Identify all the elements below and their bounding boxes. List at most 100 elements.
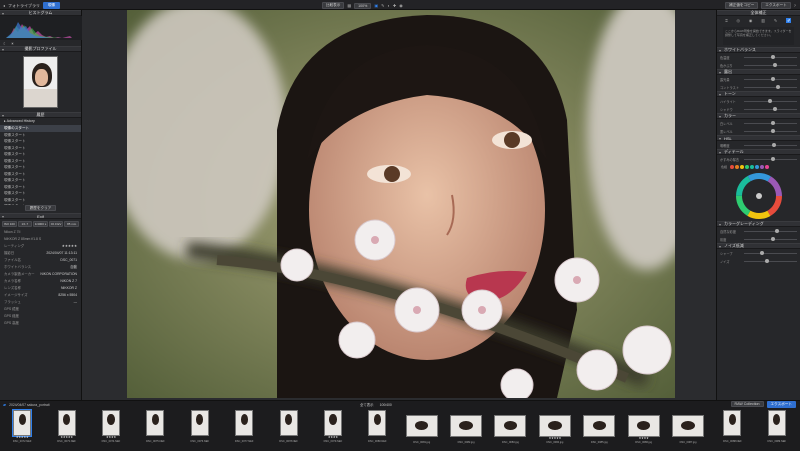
slider-track[interactable] bbox=[744, 129, 797, 133]
export-top-button[interactable]: エクスポート bbox=[761, 2, 791, 9]
filmstrip-thumbnail[interactable]: DSC_0088.NEF bbox=[710, 407, 754, 451]
adjust-section-header[interactable]: ▾ ディテール bbox=[717, 149, 800, 155]
filmstrip-thumbnail[interactable]: DSC_0083.jpg bbox=[488, 407, 532, 451]
thumbnail-rating[interactable]: ★★★★★ bbox=[16, 436, 29, 439]
filmstrip-thumbnail[interactable]: ★★★★ DSC_0086.jpg bbox=[621, 407, 665, 451]
color-swatch[interactable] bbox=[745, 165, 750, 169]
color-swatch[interactable] bbox=[765, 165, 770, 169]
thumbnail-rating[interactable]: ★★★★ bbox=[639, 437, 649, 440]
adjust-section-header[interactable]: ▾ HSL bbox=[717, 135, 800, 141]
app-name[interactable]: フォトライブラリ bbox=[8, 3, 40, 9]
thumbnail-rating[interactable]: ★★★★ bbox=[328, 436, 338, 439]
adjust-slider[interactable]: かすみの除去 bbox=[717, 155, 800, 163]
thumbnail-rating[interactable]: ★★★★★ bbox=[60, 436, 73, 439]
filmstrip-thumbnail[interactable]: DSC_0082.jpg bbox=[444, 407, 488, 451]
color-swatch[interactable] bbox=[750, 165, 755, 169]
filmstrip-thumbnail[interactable]: DSC_0078.NEF bbox=[266, 407, 310, 451]
navigator-thumbnail[interactable] bbox=[23, 56, 58, 108]
compare-button[interactable]: 比較表示 bbox=[322, 2, 345, 9]
back-arrow-icon[interactable]: ◂ bbox=[3, 3, 5, 8]
thumbnail-rating[interactable]: ★★★★ bbox=[106, 436, 116, 439]
slider-knob[interactable] bbox=[773, 107, 778, 111]
slider-knob[interactable] bbox=[770, 77, 775, 81]
slider-knob[interactable] bbox=[771, 143, 776, 147]
adjust-section-header[interactable]: ▾ カラー bbox=[717, 113, 800, 119]
filmstrip-thumbnail[interactable]: DSC_0076.NEF bbox=[178, 407, 222, 451]
spot-tool-icon[interactable]: ◎ bbox=[737, 18, 741, 23]
help-icon[interactable]: ? bbox=[794, 3, 796, 8]
filmstrip-thumbnail[interactable]: ★★★★★ DSC_0072.NEF bbox=[0, 407, 44, 451]
metadata-value[interactable]: ★★★★★ bbox=[62, 243, 77, 250]
develop-mode-button[interactable]: 現像 bbox=[43, 2, 61, 9]
filmstrip-thumbnail[interactable]: DSC_0080.NEF bbox=[355, 407, 399, 451]
edit-tool-icon[interactable]: ✐ bbox=[786, 18, 792, 23]
slider-knob[interactable] bbox=[759, 251, 764, 255]
slider-track[interactable] bbox=[744, 229, 797, 233]
adjust-slider[interactable]: シャープ bbox=[717, 249, 800, 257]
metadata-value[interactable]: NIKKOR Z bbox=[61, 285, 77, 292]
filmstrip-path[interactable]: 2024/04/07 sakura_portrait bbox=[9, 403, 50, 407]
metadata-value[interactable]: — bbox=[74, 299, 77, 306]
slider-knob[interactable] bbox=[773, 63, 778, 67]
adjust-slider[interactable]: 白レベル bbox=[717, 119, 800, 127]
moon-icon[interactable]: ☾ bbox=[3, 41, 7, 46]
crop-tool-icon[interactable]: ⌗ bbox=[725, 18, 727, 23]
camera-header[interactable]: ▾ 撮影プロファイル bbox=[0, 46, 81, 52]
metadata-value[interactable]: 2024/04/07 11:13:11 bbox=[46, 250, 77, 257]
filmstrip-thumbnail[interactable]: ★★★★ DSC_0074.NEF bbox=[89, 407, 133, 451]
filmstrip-thumbnail[interactable]: DSC_0085.jpg bbox=[577, 407, 621, 451]
gradient-tool-icon[interactable]: ▥ bbox=[761, 18, 765, 23]
zoom-select[interactable]: 100% bbox=[354, 2, 372, 9]
adjust-slider[interactable]: 露光量 bbox=[717, 75, 800, 83]
exif-header[interactable]: ▾ Exif bbox=[0, 213, 81, 219]
adjust-slider[interactable]: ノイズ bbox=[717, 257, 800, 265]
slider-track[interactable] bbox=[744, 143, 797, 147]
filmstrip-thumbnail[interactable]: DSC_0081.jpg bbox=[400, 407, 444, 451]
slider-track[interactable] bbox=[744, 259, 797, 263]
color-swatch[interactable] bbox=[740, 165, 745, 169]
slider-track[interactable] bbox=[744, 85, 797, 89]
slider-knob[interactable] bbox=[775, 85, 780, 89]
filmstrip-thumbnail[interactable]: ★★★★★ DSC_0084.jpg bbox=[533, 407, 577, 451]
adjust-section-header[interactable]: ▾ 露出 bbox=[717, 69, 800, 75]
history-root[interactable]: ▸ Advanced History bbox=[0, 118, 81, 125]
main-photo[interactable] bbox=[127, 10, 675, 398]
filmstrip-thumbnail[interactable]: DSC_0075.NEF bbox=[133, 407, 177, 451]
slider-track[interactable] bbox=[744, 251, 797, 255]
metadata-value[interactable]: DSC_0071 bbox=[60, 257, 77, 264]
brush-icon[interactable]: ✎ bbox=[381, 3, 384, 8]
slider-knob[interactable] bbox=[765, 259, 770, 263]
crop-icon[interactable]: ▣ bbox=[374, 3, 378, 8]
adjust-section-header[interactable]: ▾ カラーグレーディング bbox=[717, 221, 800, 227]
filmstrip-thumbnail[interactable]: DSC_0089.NEF bbox=[755, 407, 799, 451]
adjust-slider[interactable]: 彩度 bbox=[717, 235, 800, 243]
adjust-slider[interactable]: シャドウ bbox=[717, 105, 800, 113]
metadata-value[interactable]: NIKON CORPORATION bbox=[40, 271, 77, 278]
adjust-header[interactable]: 全体補正 bbox=[717, 10, 800, 16]
filmstrip-thumbnail[interactable]: ★★★★★ DSC_0073.NEF bbox=[44, 407, 88, 451]
color-swatch[interactable] bbox=[730, 165, 735, 169]
slider-knob[interactable] bbox=[770, 55, 775, 59]
slider-track[interactable] bbox=[744, 77, 797, 81]
adjust-section-header[interactable]: ▾ ホワイトバランス bbox=[717, 47, 800, 53]
copy-settings-button[interactable]: 補正値をコピー bbox=[725, 2, 759, 9]
color-swatch[interactable] bbox=[760, 165, 765, 169]
adjust-slider[interactable]: コントラスト bbox=[717, 83, 800, 91]
metadata-value[interactable]: 8256 x 5504 bbox=[58, 292, 77, 299]
adjust-slider[interactable]: ハイライト bbox=[717, 97, 800, 105]
grid-icon[interactable]: ▦ bbox=[347, 3, 351, 8]
slider-knob[interactable] bbox=[767, 99, 772, 103]
metadata-value[interactable]: 自動 bbox=[70, 264, 77, 271]
slider-track[interactable] bbox=[744, 99, 797, 103]
adjust-section-header[interactable]: ▾ ノイズ低減 bbox=[717, 243, 800, 249]
slider-knob[interactable] bbox=[774, 229, 779, 233]
color-swatch[interactable] bbox=[735, 165, 740, 169]
color-swatch[interactable] bbox=[755, 165, 760, 169]
filmstrip-thumbnail[interactable]: ★★★★ DSC_0079.NEF bbox=[311, 407, 355, 451]
filmstrip-thumbnail[interactable]: DSC_0087.jpg bbox=[666, 407, 710, 451]
adjust-slider[interactable]: 色かぶり bbox=[717, 61, 800, 69]
slider-knob[interactable] bbox=[770, 157, 775, 161]
slider-track[interactable] bbox=[744, 237, 797, 241]
adjust-slider[interactable]: 自然な彩度 bbox=[717, 227, 800, 235]
metadata-value[interactable]: NIKON Z 7 bbox=[60, 278, 77, 285]
